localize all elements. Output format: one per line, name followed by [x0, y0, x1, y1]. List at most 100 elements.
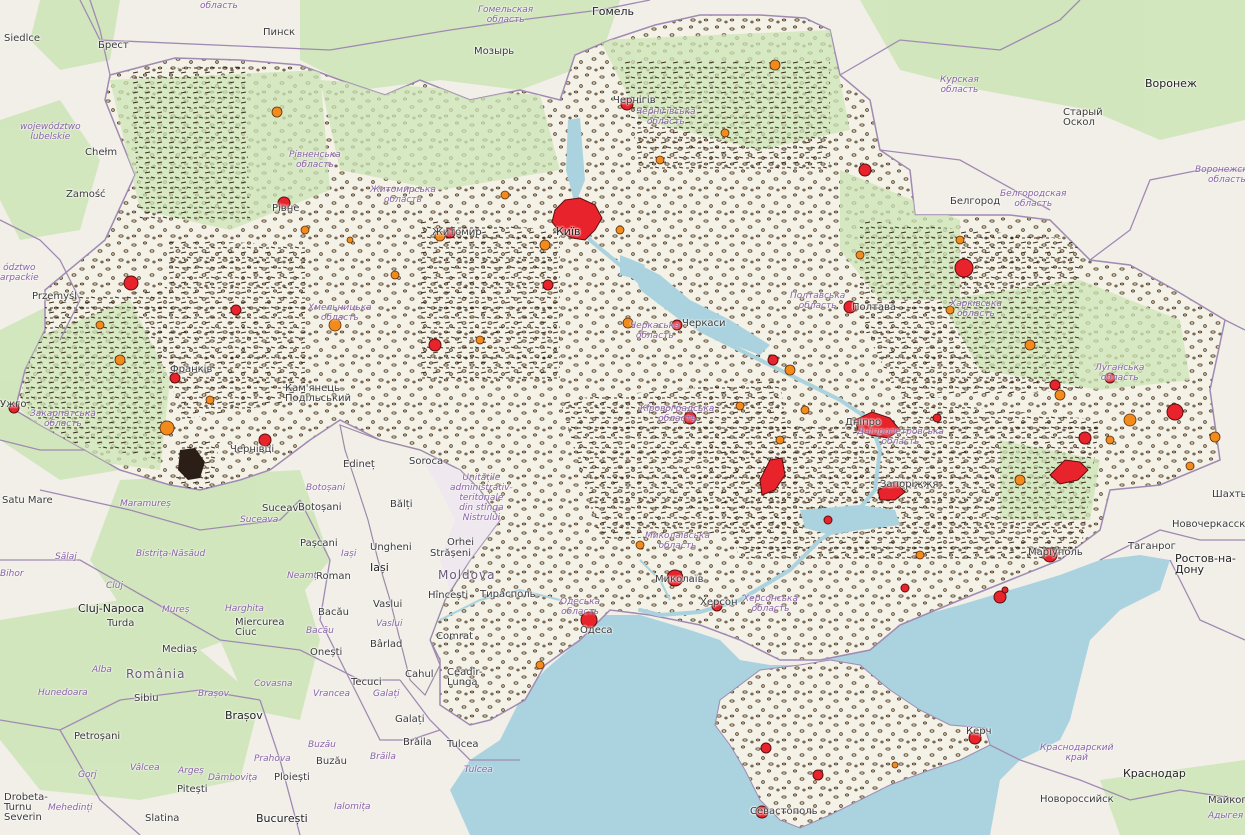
region-label-arges: Argeș	[178, 766, 204, 776]
city-label-ploiesti: Ploiești	[274, 772, 310, 783]
region-label-mykolaiv-obl: Миколаївська область	[645, 531, 710, 551]
region-label-alba: Alba	[92, 665, 112, 675]
region-label-valcea: Vâlcea	[130, 763, 160, 773]
region-label-dnipro-obl: Дніпропетровська область	[857, 427, 944, 447]
city-label-krasnodar: Краснодар	[1123, 767, 1186, 780]
region-label-braila-j: Brăila	[370, 752, 396, 762]
city-label-buzau: Buzău	[316, 756, 347, 767]
city-label-barlad: Bârlad	[370, 639, 403, 650]
city-label-iasi: Iași	[370, 561, 389, 574]
region-label-luhansk-obl: Луганська область	[1095, 363, 1145, 383]
region-label-belgorod-obl: Белгородская область	[1000, 189, 1067, 209]
region-label-prahova: Prahova	[254, 754, 291, 764]
city-label-cherkasy: Черкаси	[682, 318, 726, 329]
city-label-cahul: Cahul	[405, 669, 434, 680]
city-label-medias: Mediaș	[162, 644, 198, 655]
city-label-novorossiysk: Новороссийск	[1040, 794, 1114, 805]
city-label-balti: Bălți	[390, 499, 413, 510]
region-label-adygea: Адыгея	[1208, 811, 1244, 821]
city-label-rivne: Рівне	[272, 203, 300, 214]
region-label-krasnodar-krai: Краснодарский край	[1040, 743, 1114, 763]
city-label-kamianets: Кам'янець- Подільський	[285, 383, 352, 404]
region-label-iasi-j: Iași	[341, 549, 357, 559]
city-label-orhei: Orhei	[447, 537, 475, 548]
region-label-mures: Mureș	[162, 605, 190, 615]
region-label-covasna: Covasna	[254, 679, 293, 689]
city-label-shakhty: Шахты	[1212, 489, 1245, 500]
city-label-zaporizhzhia: Запоріжжя	[880, 479, 939, 490]
city-label-taganrog: Таганрог	[1128, 541, 1176, 552]
region-label-kherson-obl: Херсонська область	[743, 594, 798, 614]
city-label-pinsk: Пинск	[263, 27, 296, 38]
city-label-tecuci: Tecuci	[351, 677, 382, 688]
city-label-straseni: Strășeni	[430, 548, 471, 559]
region-label-kursk-obl: Курская область	[940, 75, 979, 95]
region-label-harghita: Harghita	[225, 604, 264, 614]
city-label-cluj: Cluj-Napoca	[78, 602, 145, 615]
city-label-edinet: Edineț	[343, 459, 375, 470]
region-label-bistrita: Bistrița-Năsăud	[136, 549, 206, 559]
city-label-poltava: Полтава	[852, 302, 897, 313]
map-canvas[interactable]	[0, 0, 1245, 835]
region-label-vaslui-j: Vaslui	[376, 619, 403, 629]
city-label-kherson: Херсон	[700, 597, 738, 608]
city-label-miercurea: Miercurea Ciuc	[235, 617, 285, 638]
region-label-zakarpattia-obl: Закарпатська область	[30, 409, 96, 429]
city-label-petrosani: Petroșani	[74, 731, 121, 742]
city-label-slatina: Slatina	[145, 813, 180, 824]
city-label-mozyr: Мозырь	[474, 46, 515, 57]
city-label-pascani: Pașcani	[300, 538, 338, 549]
region-label-cherkasy-obl: Черкаська область	[630, 321, 680, 341]
country-label-moldova: Moldova	[438, 568, 496, 582]
region-label-botosani-j: Botoșani	[306, 483, 346, 493]
city-label-uzhhorod: Ужго	[0, 399, 27, 410]
city-label-przemysl: Przemyśl	[32, 291, 78, 302]
city-label-comrat: Comrat	[436, 631, 474, 642]
city-label-tulcea: Tulcea	[447, 739, 479, 750]
region-label-buzau-j: Buzău	[308, 740, 336, 750]
region-label-gomel-obl: Гомельская область	[478, 5, 534, 25]
city-label-sibiu: Sibiu	[134, 693, 159, 704]
city-label-mariupol: Маріуполь	[1028, 547, 1083, 558]
city-label-mykolaiv: Миколаїв	[655, 574, 704, 585]
region-label-zhytomyr-obl: Житомирська область	[370, 185, 436, 205]
city-label-bucuresti: București	[256, 812, 308, 825]
region-label-cluj-j: Cluj	[106, 581, 123, 591]
city-label-sevastopol: Севастополь	[750, 806, 818, 817]
city-label-vaslui: Vaslui	[373, 599, 403, 610]
region-label-bihor: Bihor	[0, 569, 24, 579]
region-label-transnistria: Unitățile administrativ- teritoriale din…	[450, 473, 513, 523]
city-label-kerch: Керч	[966, 726, 992, 737]
city-label-voronezh: Воронеж	[1145, 77, 1197, 90]
region-label-salaj: Sălaj	[55, 552, 77, 562]
city-label-pitesti: Pitești	[177, 784, 208, 795]
city-label-galati: Galați	[395, 714, 425, 725]
city-label-maikop: Майкоп	[1208, 795, 1245, 806]
region-label-chernihiv-obl: Чернігівська область	[636, 107, 696, 127]
region-label-brest-obl: область	[200, 1, 238, 11]
city-label-satu-mare: Satu Mare	[2, 495, 53, 506]
country-label-romania: România	[126, 667, 186, 681]
city-label-bacau: Bacău	[318, 607, 349, 618]
region-label-voronezh-obl: Воронежская область	[1195, 165, 1245, 185]
region-label-ialomita: Ialomița	[334, 802, 371, 812]
city-label-kyiv: Київ	[556, 225, 581, 238]
city-label-ungheni: Ungheni	[370, 542, 412, 553]
city-label-chelm: Chełm	[85, 147, 118, 158]
region-label-khmelnytskyi-obl: Хмельницька область	[308, 303, 372, 323]
region-label-gorj: Gorj	[78, 770, 97, 780]
region-label-suceava-j: Suceava	[240, 515, 279, 525]
city-label-drobeta: Drobeta- Turnu Severin	[4, 792, 48, 823]
city-label-brasov: Brașov	[225, 709, 263, 722]
city-label-siedlce: Siedlce	[4, 33, 41, 44]
city-label-roman: Roman	[316, 571, 351, 582]
region-label-maramures: Maramureș	[120, 499, 171, 509]
region-label-vrancea: Vrancea	[313, 689, 351, 699]
city-label-zhytomyr: Житомир	[432, 227, 482, 238]
city-label-onesti: Onești	[310, 647, 343, 658]
city-label-braila: Brăila	[403, 737, 432, 748]
region-label-lubelskie: województwo lubelskie	[20, 122, 81, 142]
city-label-turda: Turda	[107, 618, 135, 629]
city-label-botosani: Botoșani	[298, 502, 342, 513]
city-label-chernivtsi: Чернівці	[230, 444, 275, 455]
